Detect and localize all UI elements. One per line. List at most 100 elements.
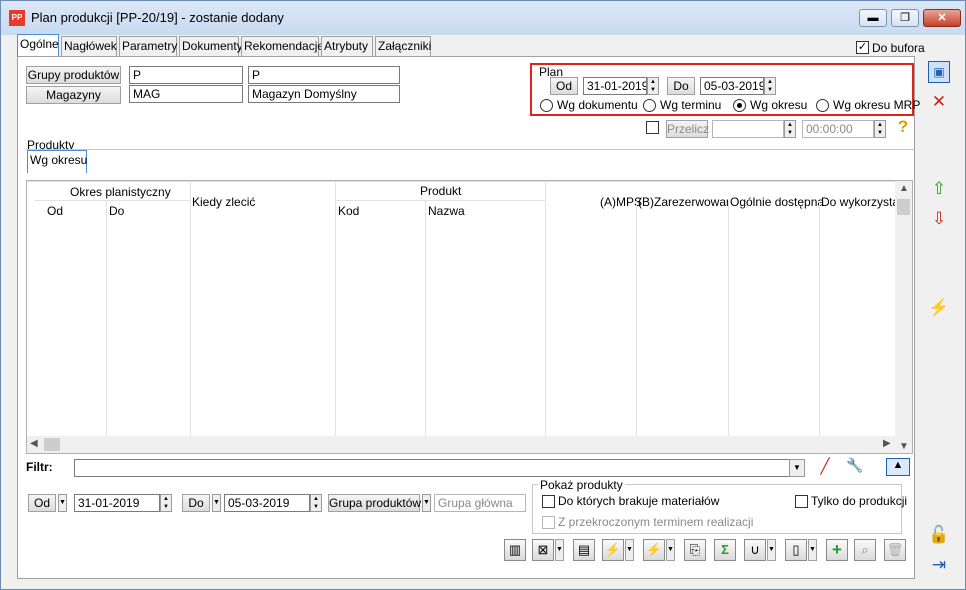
tylko-do-produkcji-checkbox[interactable]: [795, 495, 808, 508]
bottom-od-date[interactable]: 31-01-2019: [74, 494, 160, 512]
plan-od-date[interactable]: 31-01-2019: [583, 77, 647, 95]
col-nazwa[interactable]: Nazwa: [428, 204, 465, 218]
add-icon[interactable]: +: [826, 539, 848, 561]
maximize-button[interactable]: ❐: [891, 9, 919, 27]
table-icon[interactable]: ▤: [573, 539, 595, 561]
radio-wg-dokumentu[interactable]: [540, 99, 553, 112]
plan-od-button[interactable]: Od: [550, 77, 578, 95]
col-do[interactable]: Do: [109, 204, 124, 218]
filter-construct-icon[interactable]: 🔧: [844, 457, 866, 477]
trash-icon[interactable]: 🗑: [884, 539, 906, 561]
przekroczony-checkbox[interactable]: [542, 516, 555, 529]
help-lightning-icon[interactable]: ?: [892, 117, 914, 139]
document-export-icon[interactable]: ⎘: [684, 539, 706, 561]
vertical-scroll-thumb[interactable]: [897, 199, 910, 215]
col-zarezerwowana[interactable]: (B)Zarezerwowana: [638, 195, 728, 209]
filter-apply-icon[interactable]: ▲: [886, 458, 910, 476]
bottom-od-spinner[interactable]: ▲ ▼: [160, 494, 172, 512]
plan-do-spinner[interactable]: ▲ ▼: [764, 77, 776, 95]
scroll-down-icon[interactable]: ▼: [899, 441, 909, 452]
bottom-do-date[interactable]: 05-03-2019: [224, 494, 310, 512]
lightning-yellow-icon[interactable]: ⚡: [602, 539, 624, 561]
plan-od-spinner[interactable]: ▲ ▼: [647, 77, 659, 95]
tab-ogolne[interactable]: Ogólne: [17, 34, 59, 56]
pin-icon[interactable]: ⇥: [927, 553, 951, 577]
grupy-produktow-button[interactable]: Grupy produktów: [26, 66, 121, 84]
col-ogolnie-dostepna[interactable]: Ogólnie dostępna: [730, 195, 824, 209]
przelicz-time[interactable]: 00:00:00: [802, 120, 874, 138]
document-add-icon[interactable]: ▯: [785, 539, 807, 561]
app-icon: PP: [9, 10, 25, 26]
col-do-wykorzystania[interactable]: Do wykorzystania: [821, 195, 896, 209]
do-bufora-checkbox[interactable]: ✓: [856, 41, 869, 54]
radio-wg-okresu-label: Wg okresu: [750, 98, 808, 112]
col-produkt[interactable]: Produkt: [420, 184, 461, 198]
tab-wg-okresu[interactable]: Wg okresu: [27, 150, 87, 173]
radio-wg-terminu[interactable]: [643, 99, 656, 112]
filtr-input[interactable]: [74, 459, 790, 477]
brakuje-checkbox[interactable]: [542, 495, 555, 508]
cancel-icon[interactable]: ✕: [927, 90, 951, 114]
do-bufora-label: Do bufora: [872, 41, 925, 55]
przelicz-button[interactable]: Przelicz: [666, 120, 709, 138]
calculator-dropdown[interactable]: ▼: [555, 539, 564, 561]
plan-do-button[interactable]: Do: [667, 77, 695, 95]
bottom-do-spinner[interactable]: ▲ ▼: [310, 494, 322, 512]
magazyny-button[interactable]: Magazyny: [26, 86, 121, 104]
arrow-down-icon[interactable]: ⇩: [927, 207, 951, 231]
magazyn-name-field[interactable]: Magazyn Domyślny: [248, 85, 400, 103]
grid-horizontal-scrollbar[interactable]: ◀ ▶: [27, 436, 897, 453]
close-button[interactable]: ✕: [923, 9, 961, 27]
radio-wg-okresu-mrp[interactable]: [816, 99, 829, 112]
grupa-field[interactable]: Grupa główna: [434, 494, 526, 512]
col-kiedy-zlecic[interactable]: Kiedy zlecić: [192, 195, 255, 209]
grupa-dropdown[interactable]: ▼: [422, 494, 431, 512]
document-add-dropdown[interactable]: ▼: [808, 539, 817, 561]
przelicz-date-spinner[interactable]: ▲ ▼: [784, 120, 796, 138]
filtr-dropdown-icon[interactable]: ▼: [789, 459, 805, 477]
bottom-do-button[interactable]: Do: [182, 494, 210, 512]
grupy-name-field[interactable]: P: [248, 66, 400, 84]
tab-atrybuty[interactable]: Atrybuty: [321, 36, 373, 56]
col-kod[interactable]: Kod: [338, 204, 359, 218]
tab-dokumenty[interactable]: Dokumenty: [179, 36, 243, 56]
horizontal-scroll-thumb[interactable]: [44, 438, 60, 451]
search-icon[interactable]: ⌕: [854, 539, 876, 561]
arrow-up-icon[interactable]: ⇧: [927, 177, 951, 201]
tab-zalaczniki[interactable]: Załączniki: [375, 36, 431, 56]
lightning-green-dropdown[interactable]: ▼: [666, 539, 675, 561]
przelicz-time-spinner[interactable]: ▲ ▼: [874, 120, 886, 138]
lightning-green-icon[interactable]: ⚡: [643, 539, 665, 561]
radio-wg-okresu[interactable]: [733, 99, 746, 112]
tab-parametry[interactable]: Parametry: [119, 36, 177, 56]
plan-do-date[interactable]: 05-03-2019: [700, 77, 764, 95]
scroll-left-icon[interactable]: ◀: [30, 438, 38, 449]
sum-icon[interactable]: Σ: [714, 539, 736, 561]
bottom-do-dropdown[interactable]: ▼: [212, 494, 221, 512]
przelicz-checkbox[interactable]: [646, 121, 659, 134]
window-title: Plan produkcji [PP-20/19] - zostanie dod…: [31, 10, 284, 25]
tab-rekomendacje[interactable]: Rekomendacje: [241, 36, 324, 56]
minimize-button[interactable]: ▬: [859, 9, 887, 27]
magazyn-code-field[interactable]: MAG: [129, 85, 243, 103]
filter-clear-icon[interactable]: ╱: [814, 457, 836, 477]
calculator-icon[interactable]: ⊠: [532, 539, 554, 561]
scroll-right-icon[interactable]: ▶: [883, 438, 891, 449]
grupa-produktow-button[interactable]: Grupa produktów: [328, 494, 421, 512]
magnet-icon[interactable]: ∪: [744, 539, 766, 561]
col-okres-planistyczny[interactable]: Okres planistyczny: [70, 185, 171, 199]
scroll-up-icon[interactable]: ▲: [899, 183, 909, 194]
grid-vertical-scrollbar[interactable]: ▲ ▼: [895, 181, 912, 453]
tab-naglowek[interactable]: Nagłówek: [61, 36, 117, 56]
chart-icon[interactable]: ▥: [504, 539, 526, 561]
lightning-blue-icon[interactable]: ⚡: [927, 296, 951, 320]
bottom-od-dropdown[interactable]: ▼: [58, 494, 67, 512]
lightning-yellow-dropdown[interactable]: ▼: [625, 539, 634, 561]
bottom-od-button[interactable]: Od: [28, 494, 56, 512]
col-od[interactable]: Od: [47, 204, 63, 218]
przelicz-date[interactable]: [712, 120, 784, 138]
grupy-code-field[interactable]: P: [129, 66, 243, 84]
save-icon[interactable]: ▣: [928, 61, 950, 83]
magnet-dropdown[interactable]: ▼: [767, 539, 776, 561]
lock-icon[interactable]: 🔓: [927, 523, 951, 547]
